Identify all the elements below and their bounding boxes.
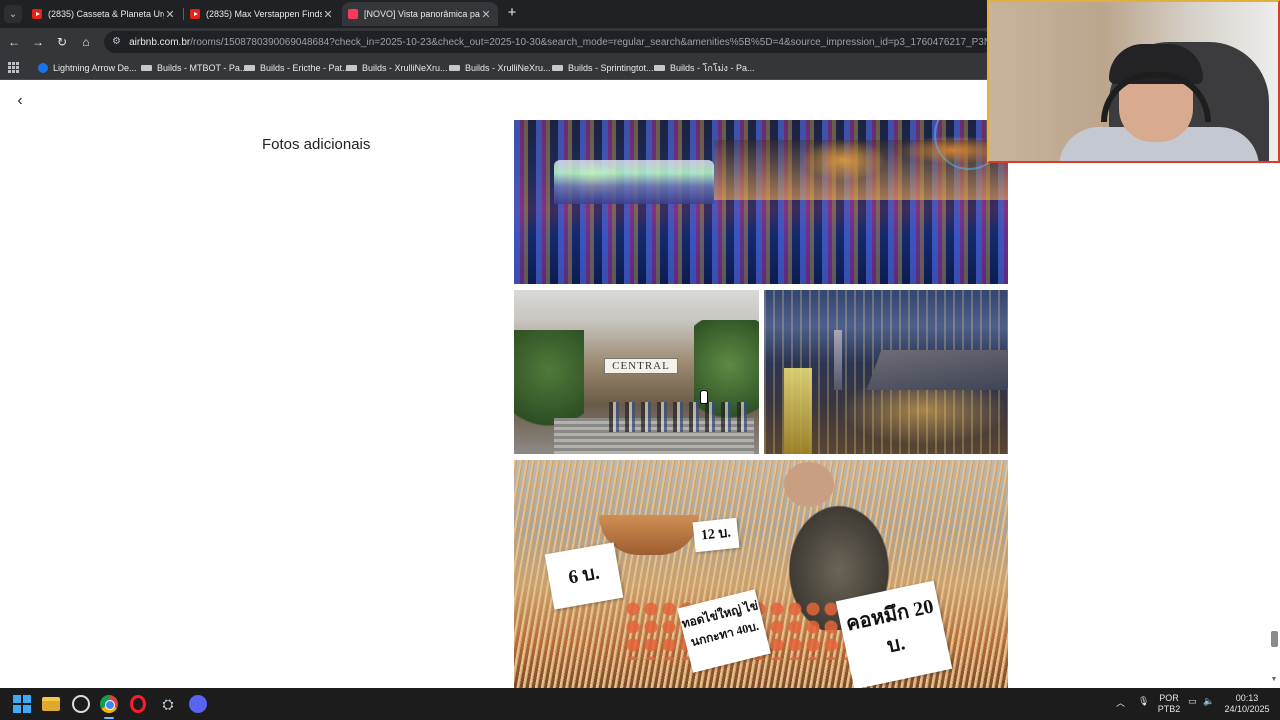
photo-vendor-face [784, 462, 834, 507]
page-scrollbar[interactable]: ▼ [1268, 81, 1280, 688]
network-icon[interactable]: ▭ [1188, 696, 1197, 707]
url-path: /rooms/1508780390069048684?check_in=2025… [190, 36, 994, 48]
opera-gx-icon[interactable] [130, 695, 146, 713]
forward-arrow-icon[interactable]: → [29, 33, 47, 51]
microphone-icon[interactable]: 🎙 [1138, 696, 1149, 707]
tab-search-button[interactable]: ⌄ [4, 5, 22, 23]
clock-time: 00:13 [1235, 693, 1259, 703]
bookmark-label: Builds - โกโม่ง - Pa... [670, 63, 755, 73]
steam-icon[interactable]: ⛭ [159, 695, 177, 713]
bookmark-label: Lightning Arrow De... [53, 63, 137, 73]
tab-max-verstappen[interactable]: (2835) Max Verstappen Finds H ✕ [184, 2, 340, 26]
price-sign-6: 6 บ. [544, 542, 624, 610]
tab-casseta-planeta[interactable]: (2835) Casseta & Planeta Urgen ✕ [26, 2, 182, 26]
new-tab-button[interactable]: + [503, 4, 521, 22]
airbnb-photo-tour-page: ‹ Fotos adicionais CENTRAL 6 บ. 12 บ. ทอ… [0, 81, 1280, 688]
photo-boat [554, 160, 714, 204]
tab-title: (2835) Casseta & Planeta Urgen [48, 9, 164, 19]
bookmark-favicon-icon [38, 63, 48, 73]
bookmark-favicon-icon [141, 65, 152, 71]
price-sign-12: 12 บ. [692, 517, 740, 553]
close-tab-icon[interactable]: ✕ [322, 8, 334, 21]
back-arrow-icon[interactable]: ← [5, 33, 23, 51]
bookmark-label: Builds - Ericthe - Pat... [260, 63, 350, 73]
windows-taskbar: ⛭ ︿ 🎙 POR PTB2 ▭ 🔈 00:13 24/10/2025 [0, 688, 1280, 720]
webcam-overlay [987, 0, 1280, 163]
bookmark-favicon-icon [346, 65, 357, 71]
bookmark-favicon-icon [654, 65, 665, 71]
apps-grid-icon[interactable] [8, 62, 19, 73]
volume-icon[interactable]: 🔈 [1203, 696, 1214, 707]
clock-date: 24/10/2025 [1224, 704, 1270, 714]
photo-river-night[interactable] [514, 120, 1008, 284]
close-tab-icon[interactable]: ✕ [164, 8, 176, 21]
active-app-indicator [104, 717, 114, 719]
bookmark-builds-sprintingtot[interactable]: Builds - Sprintingtot... [552, 60, 654, 76]
bookmark-label: Builds - XrulliNeXru... [465, 63, 551, 73]
bookmark-builds-xrullinexru-2[interactable]: Builds - XrulliNeXru... [449, 60, 551, 76]
youtube-icon [32, 9, 42, 19]
price-sign-20: คอหมึก 20 บ. [835, 580, 953, 688]
bookmark-label: Builds - MTBOT - Pa... [157, 63, 248, 73]
tab-title: [NOVO] Vista panorâmica para [364, 9, 480, 19]
home-icon[interactable]: ⌂ [77, 33, 95, 51]
airbnb-icon [348, 9, 358, 19]
keyboard-layout: PTB2 [1157, 704, 1181, 714]
mall-sign: CENTRAL [604, 358, 678, 374]
photo-tower [834, 330, 842, 390]
bookmark-favicon-icon [449, 65, 460, 71]
bookmark-lightning-arrow[interactable]: Lightning Arrow De... [38, 60, 137, 76]
url-host: airbnb.com.br [129, 36, 191, 48]
system-clock[interactable]: 00:13 24/10/2025 [1220, 693, 1274, 715]
photo-lit-building [784, 368, 812, 454]
photo-central-mall[interactable]: CENTRAL [514, 290, 759, 454]
scrollbar-thumb[interactable] [1271, 631, 1278, 647]
scroll-down-arrow-icon[interactable]: ▼ [1270, 676, 1278, 684]
bookmark-favicon-icon [552, 65, 563, 71]
url-text[interactable]: airbnb.com.br/rooms/1508780390069048684?… [129, 37, 994, 48]
photo-river [866, 350, 1008, 390]
language-code: POR [1159, 693, 1179, 703]
discord-icon[interactable] [189, 695, 207, 713]
bookmark-builds-thai[interactable]: Builds - โกโม่ง - Pa... [654, 60, 754, 76]
youtube-icon [190, 9, 200, 19]
chrome-icon[interactable] [100, 695, 118, 713]
file-explorer-icon[interactable] [42, 697, 60, 711]
close-tab-icon[interactable]: ✕ [480, 8, 492, 21]
app-icon[interactable] [72, 695, 90, 713]
bookmark-builds-ericthe[interactable]: Builds - Ericthe - Pat... [244, 60, 350, 76]
section-title: Fotos adicionais [262, 136, 371, 153]
bookmark-label: Builds - XrulliNeXru... [362, 63, 448, 73]
tab-airbnb-active[interactable]: [NOVO] Vista panorâmica para ✕ [342, 2, 498, 26]
reload-icon[interactable]: ↻ [53, 33, 71, 51]
bookmark-label: Builds - Sprintingtot... [568, 63, 654, 73]
hand-cursor-icon [698, 390, 710, 406]
photo-people [609, 402, 749, 432]
bookmark-favicon-icon [244, 65, 255, 71]
site-settings-icon[interactable]: ⚙ [112, 36, 123, 48]
back-chevron-icon[interactable]: ‹ [12, 93, 28, 109]
tray-overflow-chevron-icon[interactable]: ︿ [1116, 696, 1125, 709]
input-language-indicator[interactable]: POR PTB2 [1157, 693, 1181, 715]
photo-city-skyline[interactable] [764, 290, 1008, 454]
photo-street-food-vendor[interactable]: 6 บ. 12 บ. ทอดไข่ใหญ่ ไข่นกกะทา 40บ. คอห… [514, 460, 1008, 688]
tab-title: (2835) Max Verstappen Finds H [206, 9, 322, 19]
windows-start-icon[interactable] [13, 695, 31, 713]
bookmark-builds-mtbot[interactable]: Builds - MTBOT - Pa... [141, 60, 247, 76]
bookmark-builds-xrullinexru-1[interactable]: Builds - XrulliNeXru... [346, 60, 448, 76]
address-bar[interactable]: ⚙ airbnb.com.br/rooms/150878039006904868… [104, 31, 994, 53]
